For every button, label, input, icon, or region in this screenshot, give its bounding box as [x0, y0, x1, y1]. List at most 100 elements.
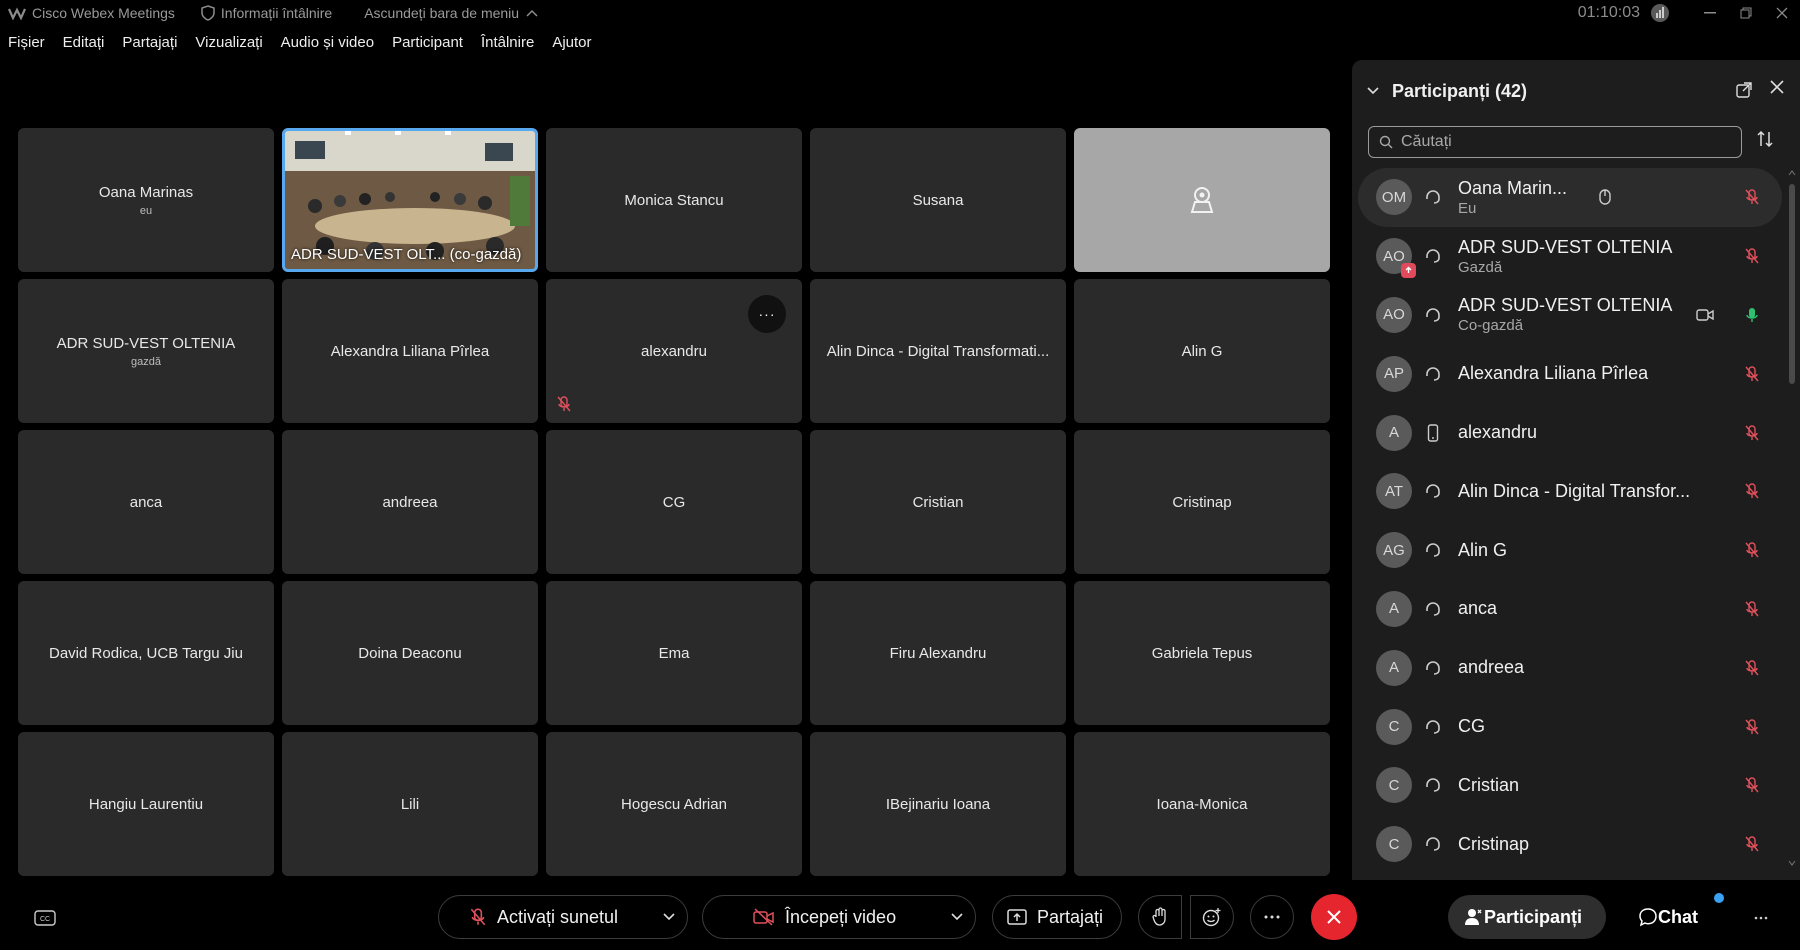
video-tile[interactable]: Cristian: [810, 430, 1066, 574]
unmute-button[interactable]: Activați sunetul: [438, 895, 688, 939]
menu-audio-video[interactable]: Audio și video: [281, 34, 374, 58]
close-icon: [1327, 910, 1341, 924]
video-tile[interactable]: Ema: [546, 581, 802, 725]
sort-icon[interactable]: [1756, 130, 1774, 148]
video-tile[interactable]: ADR SUD-VEST OLTENIA gazdă: [18, 279, 274, 423]
menu-view[interactable]: Vizualizați: [195, 34, 262, 58]
search-input[interactable]: Căutați: [1368, 126, 1742, 158]
avatar: AP: [1376, 355, 1412, 392]
more-icon[interactable]: [1754, 916, 1768, 920]
menu-participant[interactable]: Participant: [392, 34, 463, 58]
video-tile[interactable]: Cristinap: [1074, 430, 1330, 574]
participant-row[interactable]: AG Alin G: [1358, 521, 1782, 580]
video-tile[interactable]: Oana Marinas eu: [18, 128, 274, 272]
muted-mic-icon[interactable]: [1744, 482, 1760, 500]
chevron-down-icon[interactable]: [663, 913, 675, 921]
reactions-button[interactable]: [1190, 895, 1234, 939]
menu-edit[interactable]: Editați: [63, 34, 105, 58]
active-mic-icon[interactable]: [1744, 306, 1760, 324]
muted-mic-icon[interactable]: [1744, 776, 1760, 794]
more-options-button[interactable]: ···: [748, 295, 786, 333]
emoji-add-icon: [1202, 908, 1221, 927]
video-tile[interactable]: CG: [546, 430, 802, 574]
video-tile[interactable]: Alin Dinca - Digital Transformati...: [810, 279, 1066, 423]
video-tile[interactable]: Susana: [810, 128, 1066, 272]
tile-name: ADR SUD-VEST OLT... (co-gazdă): [291, 246, 522, 263]
participant-row[interactable]: C Cristian: [1358, 756, 1782, 815]
search-placeholder: Căutați: [1401, 133, 1452, 150]
scrollbar-thumb[interactable]: [1789, 184, 1795, 384]
menu-meeting[interactable]: Întâlnire: [481, 34, 534, 58]
hide-menu-bar-button[interactable]: Ascundeți bara de meniu: [364, 5, 539, 21]
video-tile[interactable]: Firu Alexandru: [810, 581, 1066, 725]
sharing-badge-icon: [1401, 263, 1416, 279]
raise-hand-button[interactable]: [1138, 895, 1182, 939]
video-tile[interactable]: anca: [18, 430, 274, 574]
participant-row[interactable]: OM Oana Marin... Eu: [1358, 168, 1782, 227]
muted-mic-icon[interactable]: [1744, 718, 1760, 736]
video-tile[interactable]: Hangiu Laurentiu: [18, 732, 274, 876]
headset-icon: [1422, 306, 1444, 324]
restore-button[interactable]: [1728, 0, 1764, 26]
network-stats-icon[interactable]: [1650, 3, 1670, 23]
menu-share[interactable]: Partajați: [122, 34, 177, 58]
menu-file[interactable]: Fișier: [8, 34, 45, 58]
muted-mic-icon[interactable]: [1744, 247, 1760, 265]
participant-row[interactable]: C CG: [1358, 697, 1782, 756]
leave-meeting-button[interactable]: [1311, 894, 1357, 940]
video-tile[interactable]: alexandru ···: [546, 279, 802, 423]
tile-name: Ioana-Monica: [1156, 795, 1248, 813]
chevron-down-icon[interactable]: [1366, 86, 1380, 96]
participant-row[interactable]: AO ADR SUD-VEST OLTENIA Gazdă: [1358, 227, 1782, 286]
muted-mic-icon[interactable]: [1744, 424, 1760, 442]
muted-mic-icon[interactable]: [1744, 835, 1760, 853]
participant-row[interactable]: C Cristinap: [1358, 815, 1782, 874]
minimize-button[interactable]: [1692, 0, 1728, 26]
video-tile[interactable]: Alexandra Liliana Pîrlea: [282, 279, 538, 423]
panel-scrollbar[interactable]: [1788, 170, 1796, 866]
participant-row[interactable]: AP Alexandra Liliana Pîrlea: [1358, 344, 1782, 403]
scroll-up-icon[interactable]: [1788, 170, 1796, 176]
video-tile[interactable]: Doina Deaconu: [282, 581, 538, 725]
participant-row[interactable]: AO ADR SUD-VEST OLTENIA Co-gazdă: [1358, 286, 1782, 345]
close-window-button[interactable]: [1764, 0, 1800, 26]
video-tile[interactable]: [1074, 128, 1330, 272]
video-tile[interactable]: Lili: [282, 732, 538, 876]
participant-row[interactable]: A alexandru: [1358, 403, 1782, 462]
muted-mic-icon[interactable]: [1744, 541, 1760, 559]
tile-name: Cristinap: [1172, 493, 1232, 511]
video-tile[interactable]: Alin G: [1074, 279, 1330, 423]
muted-mic-icon[interactable]: [1744, 659, 1760, 677]
close-panel-icon[interactable]: [1770, 80, 1784, 94]
more-options-button[interactable]: [1250, 895, 1294, 939]
video-tile[interactable]: andreea: [282, 430, 538, 574]
scroll-down-icon[interactable]: [1788, 860, 1796, 866]
svg-text:CC: CC: [40, 916, 50, 923]
tile-name: Alexandra Liliana Pîrlea: [330, 342, 490, 360]
participants-button[interactable]: Participanți: [1448, 895, 1606, 939]
video-tile[interactable]: Ioana-Monica: [1074, 732, 1330, 876]
muted-mic-icon[interactable]: [1744, 600, 1760, 618]
muted-mic-icon[interactable]: [1744, 188, 1760, 206]
video-tile[interactable]: IBejinariu Ioana: [810, 732, 1066, 876]
chevron-down-icon[interactable]: [951, 913, 963, 921]
participant-row[interactable]: A andreea: [1358, 638, 1782, 697]
active-speaker-video-tile[interactable]: ADR SUD-VEST OLT... (co-gazdă): [282, 128, 538, 272]
menu-help[interactable]: Ajutor: [552, 34, 591, 58]
video-tile[interactable]: Monica Stancu: [546, 128, 802, 272]
video-tile[interactable]: David Rodica, UCB Targu Jiu: [18, 581, 274, 725]
share-button[interactable]: Partajați: [992, 895, 1122, 939]
participant-row[interactable]: AT Alin Dinca - Digital Transfor...: [1358, 462, 1782, 521]
video-tile[interactable]: Hogescu Adrian: [546, 732, 802, 876]
participant-row[interactable]: A anca: [1358, 580, 1782, 639]
popout-icon[interactable]: [1736, 82, 1752, 98]
tile-name: Monica Stancu: [624, 191, 724, 209]
closed-captions-icon[interactable]: CC: [34, 910, 56, 926]
participant-name: CG: [1458, 716, 1485, 737]
start-video-button[interactable]: Începeți video: [702, 895, 976, 939]
muted-mic-icon[interactable]: [1744, 365, 1760, 383]
meeting-info-button[interactable]: Informații întâlnire: [201, 5, 332, 21]
chat-button[interactable]: Chat: [1638, 895, 1698, 939]
video-tile[interactable]: Gabriela Tepus: [1074, 581, 1330, 725]
hide-menu-label: Ascundeți bara de meniu: [364, 5, 520, 21]
